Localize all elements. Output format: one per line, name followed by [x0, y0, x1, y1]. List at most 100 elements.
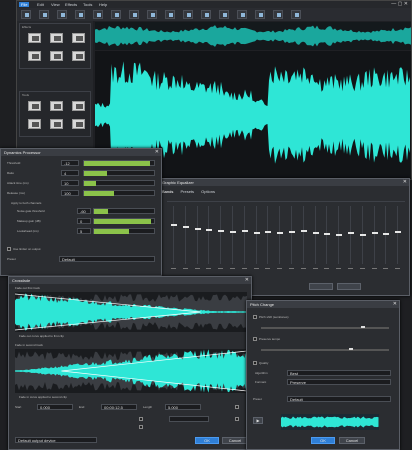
slider-handle[interactable]	[361, 326, 365, 328]
window-controls[interactable]: — ▢ ✕	[391, 1, 408, 7]
copy-icon[interactable]	[111, 10, 121, 19]
pitch-cancel-button[interactable]: Cancel	[339, 437, 365, 444]
eq-band-handle[interactable]	[241, 230, 248, 232]
effect-tile-6[interactable]	[72, 51, 85, 61]
fade-field-input[interactable]: 5.000	[165, 404, 201, 410]
dyn-row-slider[interactable]	[83, 160, 155, 166]
eq-band-handle[interactable]	[265, 230, 272, 233]
effect-tile-5[interactable]	[50, 51, 63, 61]
eq-band-track[interactable]	[184, 206, 186, 264]
save-icon[interactable]	[39, 10, 49, 19]
eq-band-handle[interactable]	[359, 234, 366, 236]
eq-band-handle[interactable]	[277, 232, 284, 234]
fade-out-icon[interactable]	[255, 10, 265, 19]
close-icon[interactable]: ✕	[393, 301, 397, 308]
dyn-subrow-value[interactable]: 0	[77, 218, 91, 224]
close-icon[interactable]: ✕	[155, 149, 159, 156]
dyn-row-slider[interactable]	[83, 190, 155, 196]
fade-option-checkbox-3[interactable]	[235, 405, 239, 409]
effect-tile-3[interactable]	[72, 33, 85, 43]
dyn-row-slider[interactable]	[83, 170, 155, 176]
menu-item-effects[interactable]: Effects	[65, 2, 77, 7]
fade-out-preview[interactable]	[15, 292, 247, 332]
eq-band-handle[interactable]	[218, 230, 225, 232]
dyn-row-value[interactable]: 10	[61, 180, 79, 186]
cut-icon[interactable]	[93, 10, 103, 19]
eq-band-handle[interactable]	[324, 233, 331, 236]
eq-band-handle[interactable]	[300, 230, 307, 232]
limiter-checkbox[interactable]	[7, 247, 11, 251]
effect-tile-2[interactable]	[50, 33, 63, 43]
eq-band-track[interactable]	[255, 206, 257, 264]
eq-band-track[interactable]	[267, 206, 269, 264]
tempo-slider[interactable]	[261, 348, 389, 351]
tab-bands[interactable]: Bands	[162, 189, 173, 194]
close-icon[interactable]: ✕	[245, 277, 249, 284]
eq-apply-button[interactable]	[337, 283, 361, 290]
dyn-row-value[interactable]: 4	[61, 170, 79, 176]
eq-band-handle[interactable]	[206, 229, 213, 232]
tab-options[interactable]: Options	[201, 189, 215, 194]
fade-option-checkbox-4[interactable]	[235, 417, 239, 421]
undo-icon[interactable]	[57, 10, 67, 19]
eq-band-handle[interactable]	[289, 230, 295, 233]
eq-band-track[interactable]	[302, 206, 304, 264]
redo-icon[interactable]	[75, 10, 85, 19]
dyn-row-slider[interactable]	[83, 180, 155, 186]
eq-band-handle[interactable]	[230, 230, 236, 233]
overview-waveform[interactable]	[95, 22, 411, 50]
tool-tile-4[interactable]	[28, 119, 41, 129]
dyn-subrow-slider[interactable]	[93, 228, 155, 234]
close-icon[interactable]: ✕	[403, 179, 407, 186]
eq-band-handle[interactable]	[383, 233, 390, 236]
tool-tile-5[interactable]	[50, 119, 63, 129]
fade-shape-select[interactable]	[169, 416, 209, 422]
eq-band-handle[interactable]	[171, 224, 177, 226]
eq-band-track[interactable]	[291, 206, 292, 264]
fade-field-input[interactable]: 00:00:12.5	[101, 404, 137, 410]
eq-band-handle[interactable]	[194, 228, 201, 230]
fade-in-preview[interactable]	[15, 349, 247, 393]
menu-item-view[interactable]: View	[51, 2, 60, 7]
silence-icon[interactable]	[183, 10, 193, 19]
menu-item-file[interactable]: File	[19, 2, 30, 7]
fade-field-input[interactable]: 0.000	[37, 404, 73, 410]
crossfade-ok-button[interactable]: OK	[195, 437, 219, 444]
play-icon[interactable]	[291, 10, 301, 19]
pitch-preset-select[interactable]: Default	[287, 396, 391, 402]
dyn-subrow-slider[interactable]	[93, 208, 155, 214]
eq-band-handle[interactable]	[348, 231, 354, 234]
tool-tile-6[interactable]	[72, 119, 85, 129]
effect-tile-1[interactable]	[28, 33, 41, 43]
tool-tile-3[interactable]	[72, 101, 85, 111]
trim-icon[interactable]	[165, 10, 175, 19]
eq-band-track[interactable]	[314, 206, 316, 264]
eq-band-track[interactable]	[373, 206, 375, 264]
eq-band-track[interactable]	[397, 206, 399, 264]
pitch-shift-slider[interactable]	[261, 326, 389, 329]
tool-tile-1[interactable]	[28, 101, 41, 111]
eq-band-handle[interactable]	[253, 231, 260, 234]
eq-band-track[interactable]	[196, 206, 198, 264]
dyn-subrow-value[interactable]: 5	[77, 228, 91, 234]
fade-in-icon[interactable]	[237, 10, 247, 19]
paste-icon[interactable]	[129, 10, 139, 19]
eq-band-handle[interactable]	[336, 234, 343, 236]
pitch-ok-button[interactable]: OK	[311, 437, 335, 444]
eq-band-handle[interactable]	[182, 226, 189, 228]
pitch-shift-checkbox[interactable]	[253, 315, 257, 319]
menu-item-help[interactable]: Help	[99, 2, 107, 7]
eq-band-track[interactable]	[232, 206, 233, 264]
formant-select[interactable]: Preserve	[287, 379, 391, 385]
eq-band-track[interactable]	[220, 206, 222, 264]
amplify-icon[interactable]	[219, 10, 229, 19]
open-icon[interactable]	[21, 10, 31, 19]
preserve-tempo-checkbox[interactable]	[253, 337, 257, 341]
normalize-icon[interactable]	[201, 10, 211, 19]
quality-checkbox[interactable]	[253, 361, 257, 365]
dyn-row-value[interactable]: -12	[61, 160, 79, 166]
eq-band-handle[interactable]	[395, 230, 402, 233]
eq-band-handle[interactable]	[371, 232, 378, 235]
slider-handle[interactable]	[349, 348, 353, 350]
eq-band-track[interactable]	[279, 206, 281, 264]
